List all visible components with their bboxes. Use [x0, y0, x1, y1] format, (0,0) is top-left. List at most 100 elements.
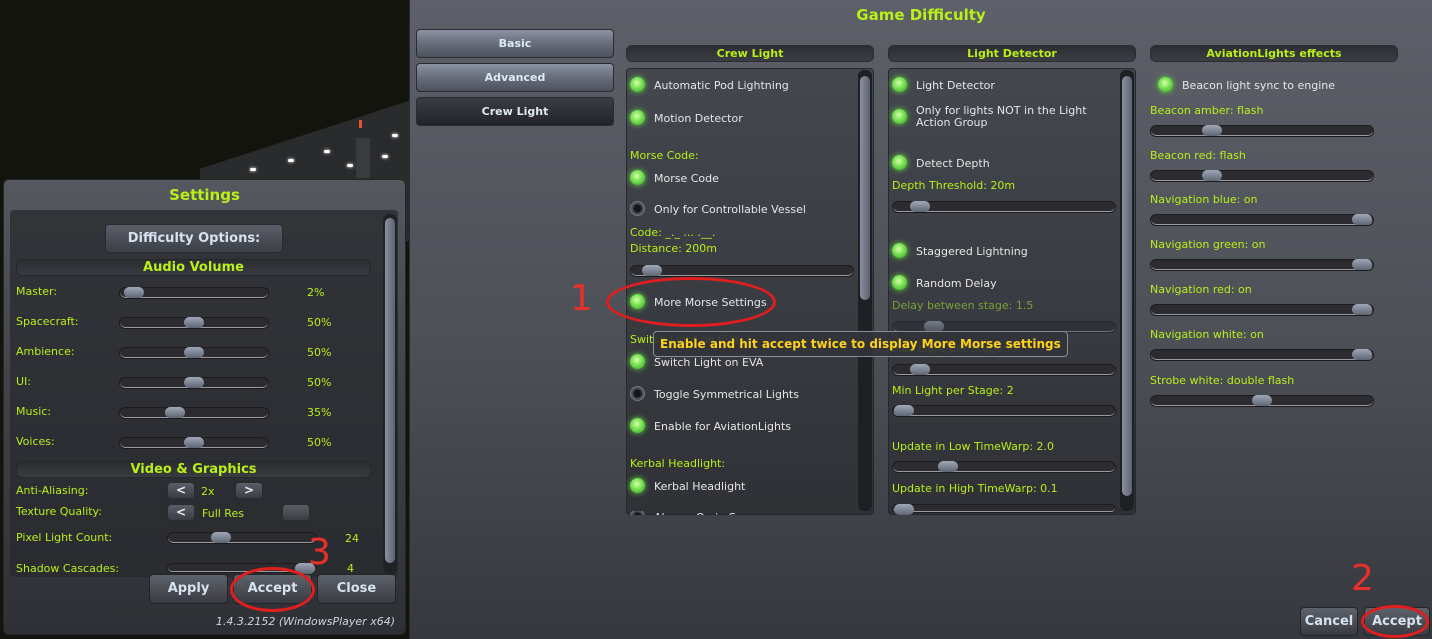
- enable-aviation-lights-toggle[interactable]: Enable for AviationLights: [630, 418, 792, 433]
- toggle-label: Automatic Pod Lightning: [654, 79, 789, 92]
- aviation-effect-slider[interactable]: [1150, 214, 1374, 226]
- slider-knob[interactable]: [910, 364, 930, 375]
- slider-knob[interactable]: [938, 461, 958, 472]
- light-detector-scrollbar[interactable]: [1120, 70, 1134, 511]
- staggered-lightning-toggle[interactable]: Staggered Lightning: [892, 243, 1028, 258]
- audio-volume-slider[interactable]: [119, 437, 269, 449]
- audio-volume-slider[interactable]: [119, 407, 269, 419]
- only-not-action-group-toggle[interactable]: Only for lights NOT in the Light Action …: [892, 105, 1117, 129]
- difficulty-options-button[interactable]: Difficulty Options: Custom: [105, 224, 283, 273]
- slider-knob[interactable]: [184, 317, 204, 328]
- aviation-effect-slider[interactable]: [1150, 259, 1374, 271]
- aviation-effect-slider[interactable]: [1150, 125, 1374, 137]
- toggle-label: Enable for AviationLights: [654, 420, 792, 433]
- anti-aliasing-value: 2x: [201, 485, 215, 498]
- pixel-light-count-label: Pixel Light Count:: [16, 531, 113, 544]
- kerbal-headlight-toggle[interactable]: Kerbal Headlight: [630, 478, 745, 493]
- aviation-effect-slider[interactable]: [1150, 395, 1374, 407]
- pixel-light-count-slider[interactable]: [167, 532, 317, 544]
- motion-detector-toggle[interactable]: Motion Detector: [630, 110, 743, 125]
- slider-knob[interactable]: [1202, 170, 1222, 181]
- switch-light-eva-toggle[interactable]: Switch Light on EVA: [630, 354, 764, 369]
- scrollbar-thumb[interactable]: [1122, 76, 1132, 496]
- slider-knob[interactable]: [1252, 395, 1272, 406]
- low-timewarp-slider[interactable]: [892, 461, 1116, 473]
- anti-aliasing-next-button[interactable]: >: [235, 482, 263, 499]
- runway-light: [288, 159, 294, 162]
- detect-depth-toggle[interactable]: Detect Depth: [892, 155, 990, 170]
- audio-1-label: Spacecraft:: [16, 315, 79, 328]
- low-timewarp-label: Update in Low TimeWarp: 2.0: [892, 440, 1055, 453]
- toggle-label: Random Delay: [916, 277, 997, 290]
- slider-knob[interactable]: [210, 532, 231, 543]
- morse-code-heading: Morse Code:: [630, 149, 699, 162]
- min-light-per-stage-slider[interactable]: [892, 405, 1116, 417]
- apply-button[interactable]: Apply: [149, 574, 228, 604]
- tab-basic[interactable]: Basic: [416, 29, 614, 58]
- slider-knob[interactable]: [1352, 259, 1372, 270]
- slider-knob[interactable]: [123, 287, 144, 298]
- tab-advanced[interactable]: Advanced: [416, 63, 614, 92]
- texture-quality-next-button[interactable]: [282, 504, 310, 521]
- slider-knob[interactable]: [894, 504, 914, 515]
- runway-light: [250, 168, 256, 171]
- control-tower: [356, 138, 370, 178]
- beacon-sync-toggle[interactable]: Beacon light sync to engine: [1158, 77, 1335, 92]
- min-light-per-stage-label: Min Light per Stage: 2: [892, 384, 1014, 397]
- distance-slider[interactable]: [630, 265, 854, 277]
- audio-volume-slider[interactable]: [119, 347, 269, 359]
- slider-knob[interactable]: [1202, 125, 1222, 136]
- toggle-label: Always On in Space: [654, 511, 762, 515]
- always-on-space-toggle[interactable]: Always On in Space: [630, 511, 762, 515]
- slider-knob[interactable]: [184, 437, 204, 448]
- audio-volume-header: Audio Volume: [16, 259, 371, 276]
- crew-light-scrollbar[interactable]: [858, 70, 872, 511]
- audio-volume-slider[interactable]: [119, 377, 269, 389]
- toggle-symmetrical-lights-toggle[interactable]: Toggle Symmetrical Lights: [630, 386, 799, 401]
- version-label: 1.4.3.2152 (WindowsPlayer x64): [215, 615, 395, 628]
- slider-knob[interactable]: [184, 347, 204, 358]
- audio-volume-value: 50%: [307, 346, 332, 359]
- slider-knob[interactable]: [642, 265, 662, 276]
- slider-knob[interactable]: [894, 405, 914, 416]
- settings-title: Settings: [169, 186, 240, 204]
- automatic-pod-lightning-toggle[interactable]: Automatic Pod Lightning: [630, 77, 789, 92]
- distance-label: Distance: 200m: [630, 242, 718, 255]
- close-button[interactable]: Close: [317, 574, 396, 604]
- light-detector-toggle[interactable]: Light Detector: [892, 77, 995, 92]
- high-timewarp-slider[interactable]: [892, 504, 1116, 515]
- slider-knob[interactable]: [910, 201, 930, 212]
- morse-code-toggle[interactable]: Morse Code: [630, 170, 719, 185]
- tab-crew-light[interactable]: Crew Light: [416, 97, 614, 126]
- audio-volume-slider[interactable]: [119, 317, 269, 329]
- toggle-label: Switch Light on EVA: [654, 356, 764, 369]
- aviation-effect-slider[interactable]: [1150, 170, 1374, 182]
- audio-volume-slider[interactable]: [119, 287, 269, 299]
- aviation-effect-slider[interactable]: [1150, 349, 1374, 361]
- slider-knob[interactable]: [1352, 304, 1372, 315]
- tower-beacon: [359, 120, 362, 128]
- slider-knob[interactable]: [1352, 214, 1372, 225]
- settings-scrollbar[interactable]: [383, 214, 397, 574]
- texture-quality-prev-button[interactable]: <: [167, 504, 195, 521]
- aviation-effect-label: Navigation white: on: [1150, 328, 1264, 341]
- audio-volume-value: 50%: [307, 376, 332, 389]
- only-controllable-vessel-toggle[interactable]: Only for Controllable Vessel: [630, 201, 806, 216]
- toggle-label: Light Detector: [916, 79, 995, 92]
- aviation-effect-slider[interactable]: [1150, 304, 1374, 316]
- scrollbar-thumb[interactable]: [860, 76, 870, 300]
- toggle-label: Morse Code: [654, 172, 719, 185]
- slider-knob[interactable]: [1352, 349, 1372, 360]
- slider-knob[interactable]: [165, 407, 186, 418]
- random-delay-toggle[interactable]: Random Delay: [892, 275, 997, 290]
- high-timewarp-label: Update in High TimeWarp: 0.1: [892, 482, 1058, 495]
- annotation-circle-1: [606, 277, 776, 327]
- led-off-icon: [630, 386, 645, 401]
- anti-aliasing-prev-button[interactable]: <: [167, 482, 195, 499]
- scrollbar-thumb[interactable]: [385, 218, 395, 563]
- texture-quality-value: Full Res: [202, 507, 244, 520]
- depth-threshold-slider[interactable]: [892, 201, 1116, 213]
- slider-knob[interactable]: [184, 377, 204, 388]
- max-light-per-stage-slider[interactable]: [892, 364, 1116, 376]
- cancel-button[interactable]: Cancel: [1300, 607, 1358, 636]
